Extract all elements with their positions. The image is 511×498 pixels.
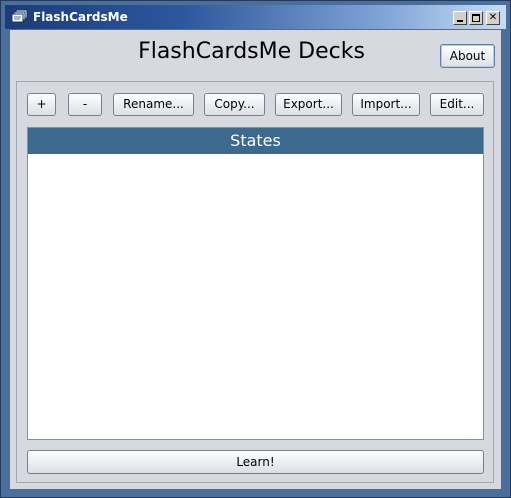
maximize-button[interactable] [469,11,483,25]
window-title: FlashCardsMe [33,10,128,24]
minimize-icon [457,20,463,22]
remove-deck-button[interactable]: - [68,93,102,116]
decks-panel: + - Rename... Copy... Export... Import..… [16,81,494,483]
maximize-icon [472,14,480,22]
deck-list[interactable]: States [27,127,484,440]
about-button[interactable]: About [440,44,495,68]
client-area: FlashCardsMe Decks About + - Rename... C… [10,30,501,489]
minimize-button[interactable] [453,11,467,25]
close-icon: ✕ [488,12,498,23]
title-bar[interactable]: FlashCardsMe ✕ [5,5,506,29]
add-deck-button[interactable]: + [27,93,56,116]
app-window: FlashCardsMe ✕ FlashCardsMe Decks About … [0,0,511,498]
rename-deck-button[interactable]: Rename... [113,93,194,116]
edit-deck-button[interactable]: Edit... [430,93,484,116]
learn-button[interactable]: Learn! [27,450,484,474]
page-title: FlashCardsMe Decks [138,39,365,64]
deck-cards-icon [11,9,29,25]
deck-list-item-states[interactable]: States [28,128,483,154]
close-button[interactable]: ✕ [486,11,500,25]
import-deck-button[interactable]: Import... [352,93,420,116]
export-deck-button[interactable]: Export... [275,93,342,116]
copy-deck-button[interactable]: Copy... [204,93,265,116]
